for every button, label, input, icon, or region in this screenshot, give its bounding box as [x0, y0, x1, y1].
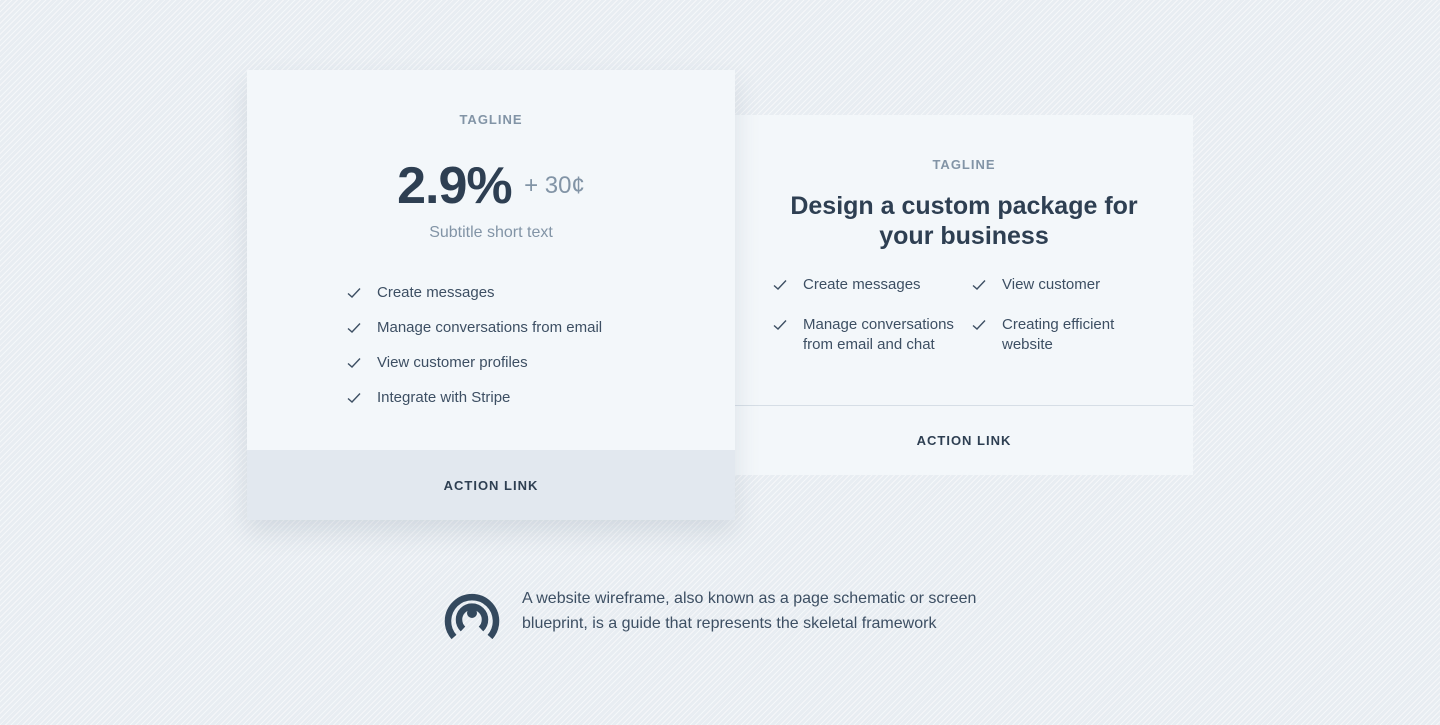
feature-list: Create messages Manage conversations fro… [347, 275, 602, 415]
feature-text: View customer profiles [377, 354, 528, 371]
custom-card-action-link[interactable]: ACTION LINK [735, 406, 1193, 475]
check-icon [347, 357, 361, 368]
price-value: 2.9% [397, 157, 513, 215]
list-item: Create messages [347, 275, 602, 310]
check-icon [972, 280, 986, 290]
list-item: Manage conversations from email and chat [773, 315, 963, 355]
feature-text: Create messages [803, 276, 921, 293]
pricing-card-tagline: TAGLINE [459, 112, 523, 127]
pricing-card: TAGLINE 2.9% + 30¢ Subtitle short text C… [247, 70, 735, 520]
custom-card-title: Design a custom package for your busines… [790, 192, 1138, 250]
price-extra-fee: + 30¢ [524, 172, 585, 199]
check-icon [972, 320, 986, 330]
list-item: View customer [972, 275, 1152, 295]
price-row: 2.9% + 30¢ [247, 156, 735, 216]
list-item: Creating efficient website [972, 315, 1132, 355]
feature-text: Manage conversations from email [377, 319, 603, 336]
check-icon [773, 320, 787, 330]
list-item: Integrate with Stripe [347, 380, 602, 415]
footer-description: A website wireframe, also known as a pag… [522, 590, 977, 632]
check-icon [347, 322, 361, 333]
feature-text: Manage conversations from email and chat [803, 316, 954, 353]
broadcast-signal-icon [444, 593, 500, 640]
feature-text: View customer [1002, 276, 1101, 293]
feature-text: Create messages [377, 284, 495, 301]
check-icon [773, 280, 787, 290]
feature-text: Creating efficient website [1002, 316, 1115, 353]
list-item: Manage conversations from email [347, 310, 602, 345]
feature-text: Integrate with Stripe [377, 389, 511, 406]
pricing-card-action-link[interactable]: ACTION LINK [247, 450, 735, 520]
check-icon [347, 287, 361, 298]
custom-card-tagline: TAGLINE [932, 157, 996, 172]
check-icon [347, 392, 361, 403]
custom-package-card: TAGLINE Design a custom package for your… [735, 115, 1193, 475]
list-item: View customer profiles [347, 345, 602, 380]
footer-note: A website wireframe, also known as a pag… [441, 582, 1002, 640]
pricing-card-subtitle: Subtitle short text [429, 224, 553, 241]
list-item: Create messages [773, 275, 963, 295]
